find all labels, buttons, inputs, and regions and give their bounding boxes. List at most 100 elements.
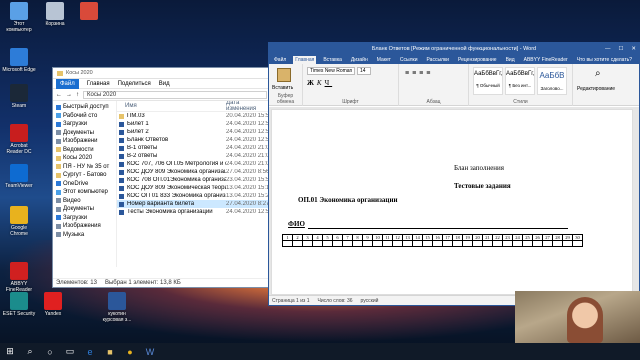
word-tab[interactable]: Ссылки [398, 56, 420, 64]
answer-cell[interactable] [462, 240, 473, 247]
nav-item[interactable]: Изображения [53, 222, 116, 231]
answer-cell[interactable] [322, 240, 333, 247]
task-view-icon[interactable]: ▭ [60, 343, 80, 360]
answer-cell[interactable] [392, 240, 403, 247]
answer-cell[interactable] [382, 240, 393, 247]
nav-item[interactable]: Загрузки [53, 214, 116, 223]
nav-item[interactable]: Документы [53, 129, 116, 138]
document-area[interactable]: Блан заполнения Тестовые задания ОП.01 Э… [269, 107, 639, 295]
answer-cell[interactable] [422, 240, 433, 247]
answer-cell[interactable] [562, 240, 573, 247]
desktop-icon[interactable]: кукотин курсовая з... [100, 292, 134, 323]
word-tab[interactable]: Главная [293, 56, 317, 64]
file-row[interactable]: КОС 707, 706 ОП.05 Метрология и ста...24… [117, 160, 270, 168]
minimize-icon[interactable]: — [605, 46, 611, 52]
answer-cell[interactable] [492, 240, 503, 247]
style-gallery-item[interactable]: АаБбВвГг, ¶ Без инт... [505, 67, 535, 95]
answer-cell[interactable] [452, 240, 463, 247]
font-size-select[interactable]: 14 [357, 67, 371, 75]
word-tab[interactable]: ABBYY FineReader [522, 56, 570, 64]
desktop-icon[interactable]: Yandex [36, 292, 70, 317]
answer-cell[interactable] [282, 240, 293, 247]
answer-cell[interactable] [502, 240, 513, 247]
font-name-select[interactable]: Times New Roman [307, 67, 355, 75]
edge-taskbar-icon[interactable]: e [80, 343, 100, 360]
address-bar[interactable]: Косы 2020 [83, 90, 267, 99]
nav-item[interactable]: Музыка [53, 231, 116, 240]
tab-share[interactable]: Поделиться [118, 81, 151, 87]
answer-cell[interactable] [532, 240, 543, 247]
language[interactable]: русский [361, 298, 379, 304]
paste-button[interactable]: Вставить [272, 85, 293, 91]
nav-item[interactable]: Документы [53, 205, 116, 214]
nav-item[interactable]: OneDrive [53, 180, 116, 189]
answer-cell[interactable] [512, 240, 523, 247]
paste-icon[interactable] [277, 68, 291, 82]
chrome-taskbar-icon[interactable]: ● [120, 343, 140, 360]
editing-button[interactable]: Редактирование [577, 86, 615, 92]
answer-cell[interactable] [522, 240, 533, 247]
desktop-icon[interactable]: Этот компьютер [2, 2, 36, 33]
answer-cell[interactable] [432, 240, 443, 247]
answer-cell[interactable] [312, 240, 323, 247]
answer-cell[interactable] [332, 240, 343, 247]
desktop-icon[interactable]: TeamViewer [2, 164, 36, 189]
style-gallery-item[interactable]: АаБбВвГг, ¶ Обычный [473, 67, 503, 95]
style-gallery-item[interactable]: АаБбВ Заголово... [537, 67, 567, 95]
answer-cell[interactable] [482, 240, 493, 247]
maximize-icon[interactable]: ☐ [618, 46, 623, 52]
desktop-icon[interactable]: ABBYY FineReader [2, 262, 36, 293]
desktop-icon[interactable]: Корзина [38, 2, 72, 27]
explorer-window[interactable]: Косы 2020 Файл Главная Поделиться Вид ← … [52, 67, 271, 288]
desktop-icon[interactable]: Steam [2, 84, 36, 109]
file-row[interactable]: КОС ДОУ 809 Экономическая теория 13.04.20… [117, 184, 270, 192]
nav-item[interactable]: Рабочий сто [53, 112, 116, 121]
word-tab[interactable]: Вставка [321, 56, 344, 64]
nav-item[interactable]: Видео [53, 197, 116, 206]
word-tab[interactable]: Что вы хотите сделать? [575, 56, 634, 64]
answer-cell[interactable] [572, 240, 583, 247]
align-icon[interactable]: ≡≡≡≡ [405, 70, 433, 77]
nav-item[interactable]: Ведомости [53, 146, 116, 155]
answer-cell[interactable] [302, 240, 313, 247]
answer-cell[interactable] [442, 240, 453, 247]
word-tab[interactable]: Рассылки [425, 56, 451, 64]
tab-view[interactable]: Вид [159, 81, 170, 87]
answer-cell[interactable] [402, 240, 413, 247]
word-tab[interactable]: Рецензирование [456, 56, 499, 64]
file-row[interactable]: В-1 ответы 24.04.2020 21:06 [117, 144, 270, 152]
start-icon[interactable]: ⊞ [0, 343, 20, 360]
nav-item[interactable]: Сургут - Батово [53, 171, 116, 180]
file-row[interactable]: Тесты Экономика организации 24.04.2020 12… [117, 208, 270, 216]
file-row[interactable]: Билет 2 24.04.2020 12:5 [117, 128, 270, 136]
desktop-icon[interactable]: Acrobat Reader DC [2, 124, 36, 155]
file-row[interactable]: ПМ.03 20.04.2020 15:54 [117, 112, 270, 120]
up-icon[interactable]: ↑ [76, 92, 79, 98]
file-row[interactable]: Бланк Ответов 24.04.2020 12:5 [117, 136, 270, 144]
file-row[interactable]: КОС 708 ОП.01Экономика организаци 23.04.2… [117, 176, 270, 184]
search-icon[interactable]: ⌕ [20, 343, 40, 360]
answer-cell[interactable] [552, 240, 563, 247]
answer-cell[interactable] [362, 240, 373, 247]
tab-file[interactable]: Файл [56, 78, 79, 89]
close-icon[interactable]: ✕ [631, 46, 636, 52]
answer-cell[interactable] [372, 240, 383, 247]
format-buttons[interactable]: ЖКЧ [307, 79, 332, 87]
word-tab[interactable]: Макет [375, 56, 393, 64]
file-row[interactable]: Билет 1 24.04.2020 12:5 [117, 120, 270, 128]
document-page[interactable]: Блан заполнения Тестовые задания ОП.01 Э… [271, 109, 633, 295]
answer-cell[interactable] [542, 240, 553, 247]
answer-cell[interactable] [342, 240, 353, 247]
desktop-icon[interactable] [72, 2, 106, 21]
desktop-icon[interactable]: Microsoft Edge [2, 48, 36, 73]
nav-item[interactable]: Этот компьютер [53, 188, 116, 197]
column-date[interactable]: Дата изменения [226, 101, 270, 112]
cortana-icon[interactable]: ○ [40, 343, 60, 360]
nav-item[interactable]: Изображени [53, 137, 116, 146]
explorer-taskbar-icon[interactable]: ■ [100, 343, 120, 360]
word-window[interactable]: Бланк Ответов [Режим ограниченной функци… [268, 42, 640, 306]
file-row[interactable]: КОС ОП 01 833 Экономика организаци 13.04.… [117, 192, 270, 200]
file-row[interactable]: Номер варианта билета 27.04.2020 8:27 [117, 200, 270, 208]
find-icon[interactable]: ⌕ [595, 68, 601, 79]
nav-item[interactable]: Быстрый доступ [53, 103, 116, 112]
